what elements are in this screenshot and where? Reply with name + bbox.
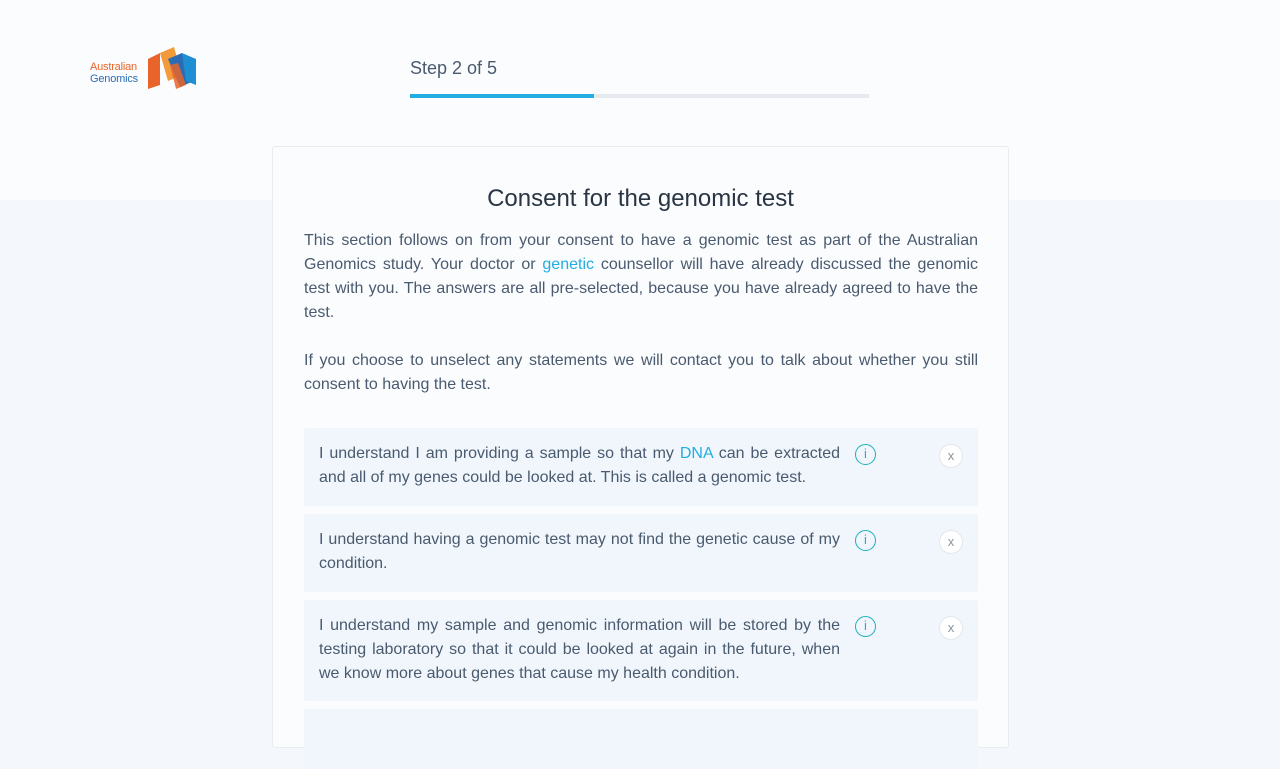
consent-statement: I understand I am providing a sample so … (319, 442, 840, 490)
info-button[interactable]: i (855, 616, 876, 637)
logo-wordmark-line1: Australian (90, 61, 137, 73)
logo-mark-icon (148, 47, 196, 89)
logo-wordmark: Australian Genomics (90, 61, 138, 85)
unselect-button[interactable]: x (939, 616, 963, 640)
consent-statement-start: I understand I am providing a sample so … (319, 445, 680, 462)
unselect-note: If you choose to unselect any statements… (304, 352, 978, 393)
step-indicator: Step 2 of 5 (410, 58, 498, 78)
info-button[interactable]: i (855, 444, 876, 465)
consent-item (304, 709, 978, 769)
genetic-link[interactable]: genetic (542, 256, 594, 273)
dna-link[interactable]: DNA (680, 445, 713, 462)
consent-item: I understand my sample and genomic infor… (304, 600, 978, 701)
progress-bar (410, 94, 869, 98)
page-title: Consent for the genomic test (487, 185, 794, 212)
unselect-button[interactable]: x (939, 444, 963, 468)
intro-paragraph: This section follows on from your consen… (304, 229, 978, 325)
consent-item: I understand I am providing a sample so … (304, 428, 978, 506)
australian-genomics-logo[interactable]: Australian Genomics (90, 45, 200, 91)
logo-wordmark-line2: Genomics (90, 73, 138, 85)
info-button[interactable]: i (855, 530, 876, 551)
progress-bar-fill (410, 94, 594, 98)
consent-statement: I understand my sample and genomic infor… (319, 617, 840, 682)
consent-item: I understand having a genomic test may n… (304, 514, 978, 592)
unselect-button[interactable]: x (939, 530, 963, 554)
consent-card: Consent for the genomic test This sectio… (272, 146, 1009, 769)
consent-statement: I understand having a genomic test may n… (319, 531, 840, 572)
